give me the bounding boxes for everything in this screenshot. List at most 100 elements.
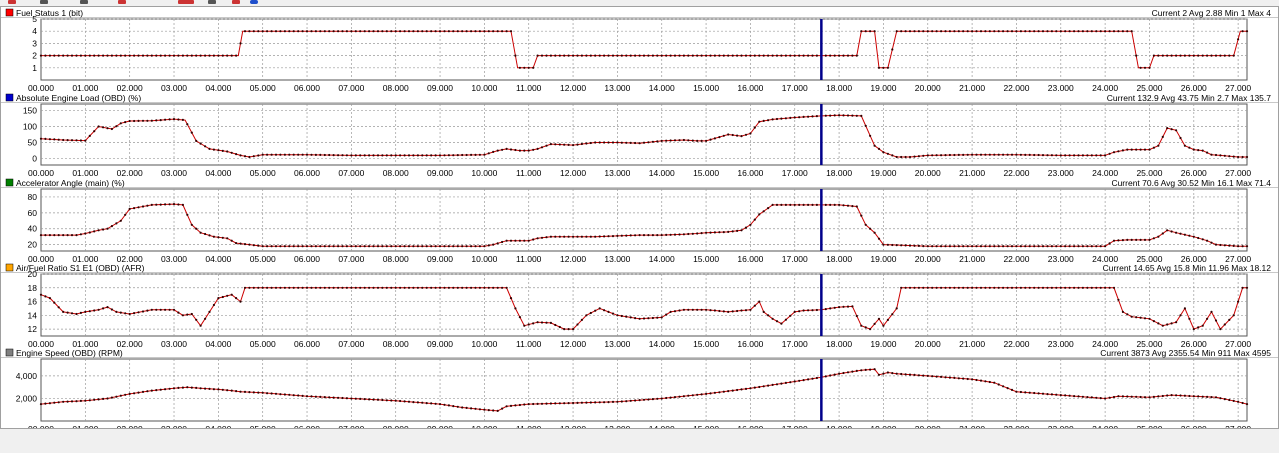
data-point (221, 54, 224, 57)
data-point (66, 139, 69, 142)
data-point (1241, 245, 1244, 248)
data-point (137, 54, 140, 57)
data-point (545, 54, 548, 57)
data-point (908, 244, 912, 247)
data-point (678, 54, 681, 57)
data-point (984, 286, 987, 289)
data-point (66, 311, 69, 314)
data-point (696, 232, 699, 235)
data-point (660, 234, 663, 237)
data-point (1241, 286, 1244, 289)
data-point (328, 30, 331, 33)
data-point (580, 54, 584, 57)
data-point (594, 141, 597, 144)
data-point (57, 54, 60, 57)
data-point (447, 404, 450, 407)
y-tick-label: 80 (28, 192, 38, 202)
data-point (70, 54, 74, 57)
data-point (1081, 395, 1084, 398)
toolbar-icon-1[interactable] (8, 0, 16, 4)
toolbar-icon-4[interactable] (118, 0, 126, 4)
x-tick-label: 10.000 (471, 339, 497, 349)
x-tick-label: 13.000 (604, 254, 630, 264)
charts-svg[interactable]: Fuel Status 1 (bit) Current 2 Avg 2.88 Mi… (1, 7, 1278, 428)
data-point (456, 154, 459, 157)
data-point (141, 310, 145, 313)
data-point (767, 54, 770, 57)
series-color-marker[interactable] (5, 263, 14, 272)
data-point (390, 154, 393, 157)
data-point (172, 387, 176, 390)
series-color-marker[interactable] (5, 8, 14, 17)
data-point (350, 154, 353, 157)
data-point (940, 30, 943, 33)
x-tick-label: 13.000 (604, 424, 630, 428)
series-color-marker[interactable] (5, 93, 14, 102)
data-point (527, 66, 530, 69)
data-point (496, 286, 499, 289)
data-point (1086, 286, 1089, 289)
data-point (869, 227, 872, 230)
data-point (762, 54, 765, 57)
x-tick-label: 20.000 (915, 254, 941, 264)
data-point (744, 133, 748, 136)
data-point (319, 245, 322, 248)
data-point (532, 148, 535, 151)
data-point (48, 402, 52, 405)
data-point (53, 401, 56, 404)
data-point (115, 310, 118, 313)
data-point (722, 310, 725, 313)
data-point (1245, 245, 1249, 248)
data-point (1073, 30, 1076, 33)
data-point (891, 154, 894, 157)
data-point (283, 245, 286, 248)
data-point (1197, 149, 1200, 152)
data-point (988, 245, 991, 248)
series-color-marker[interactable] (5, 348, 14, 357)
data-point (75, 54, 78, 57)
data-point (838, 114, 841, 117)
data-point (235, 153, 238, 156)
x-tick-label: 24.000 (1092, 168, 1118, 178)
data-point (1245, 403, 1249, 406)
toolbar-icon-7[interactable] (232, 0, 240, 4)
data-point (554, 402, 557, 405)
data-point (988, 380, 991, 384)
data-point (634, 54, 637, 57)
data-point (181, 118, 184, 121)
data-point (1064, 394, 1067, 397)
data-point (496, 30, 499, 33)
data-point (913, 244, 916, 247)
toolbar-icon-3[interactable] (80, 0, 88, 4)
data-point (895, 372, 898, 375)
x-tick-label: 12.000 (560, 168, 586, 178)
data-point (381, 154, 384, 157)
data-point (979, 286, 983, 289)
data-point (88, 54, 91, 57)
toolbar-icon-6[interactable] (208, 0, 216, 4)
data-point (1019, 286, 1023, 289)
data-point (84, 139, 87, 142)
data-point (984, 380, 987, 383)
data-point (337, 30, 340, 33)
data-point (656, 140, 659, 143)
data-point (775, 383, 779, 386)
data-point (616, 141, 619, 144)
data-point (110, 127, 113, 131)
toolbar-icon-5[interactable] (178, 0, 194, 4)
data-point (159, 54, 162, 57)
data-point (940, 375, 943, 378)
series-color-marker[interactable] (5, 178, 14, 187)
data-point (603, 54, 606, 57)
x-tick-label: 09.000 (427, 83, 453, 93)
data-point (971, 153, 974, 156)
toolbar-icon-2[interactable] (40, 0, 48, 4)
data-point (767, 207, 770, 210)
data-point (944, 30, 947, 33)
data-point (1210, 396, 1213, 399)
plot-area[interactable]: Fuel Status 1 (bit) Current 2 Avg 2.88 Mi… (0, 6, 1279, 429)
data-point (984, 30, 987, 33)
data-point (749, 132, 752, 135)
toolbar-icon-8[interactable] (250, 0, 258, 4)
data-point (815, 308, 819, 312)
